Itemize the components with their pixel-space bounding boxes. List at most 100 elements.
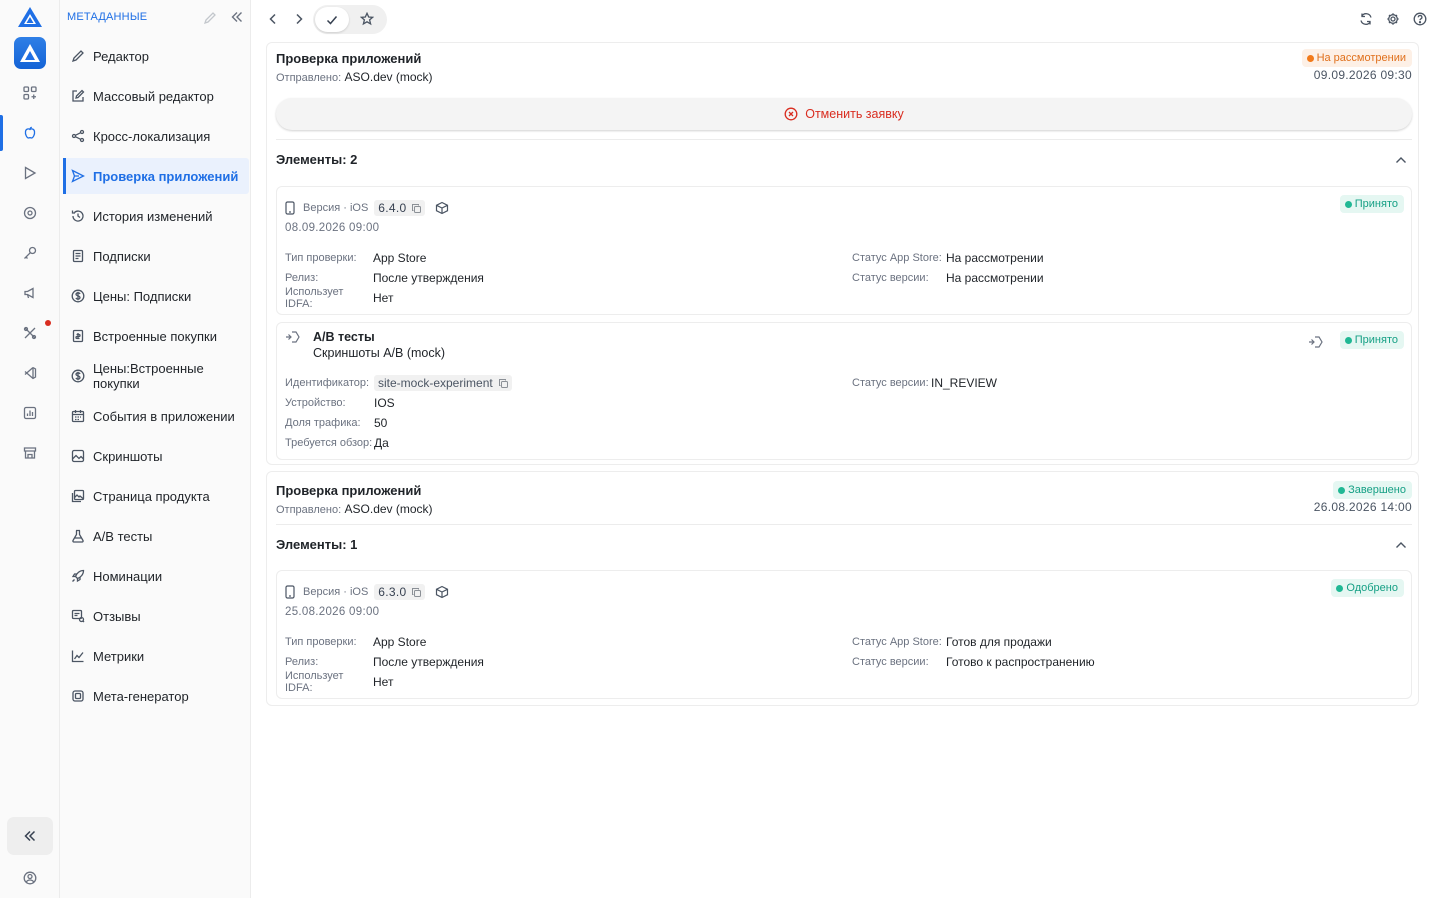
forward-button[interactable]: [288, 8, 310, 30]
status-dot: [1344, 336, 1352, 344]
sidebar-item-label: Страница продукта: [93, 488, 210, 504]
version-element: Версия · iOS 6.4.0 Принято 08.09.2026 09…: [276, 186, 1412, 315]
submission-card: Проверка приложений Отправлено: ASO.dev …: [266, 42, 1419, 465]
version-label: Версия · iOS: [303, 202, 369, 214]
top-toolbar: [251, 0, 1440, 40]
cancel-request-button[interactable]: Отменить заявку: [276, 98, 1412, 130]
pencil-icon[interactable]: [203, 11, 217, 28]
ab-test-subtitle: Скриншоты A/B (mock): [313, 346, 446, 360]
chip-icon: [71, 689, 85, 703]
chevron-right-icon: [296, 13, 303, 25]
favorite-button[interactable]: [355, 8, 379, 30]
analytics-icon[interactable]: [0, 393, 60, 433]
sidebar-item-cross-localization[interactable]: Кросс-локализация: [63, 118, 249, 154]
double-chevron-left-icon: [24, 830, 36, 842]
pencil-icon: [71, 49, 85, 63]
field-label: Релиз:: [285, 656, 319, 668]
identifier-field: Идентификатор: site-mock-experiment: [285, 375, 512, 391]
sidebar-item-iap-prices[interactable]: Цены:Встроенные покупки: [63, 358, 249, 394]
sidebar-item-label: События в приложении: [93, 408, 235, 424]
sidebar-item-screenshots[interactable]: Скриншоты: [63, 438, 249, 474]
copy-icon[interactable]: [498, 378, 508, 388]
version-status-field: Статус версии: IN_REVIEW: [852, 375, 997, 391]
store-icon[interactable]: [0, 433, 60, 473]
identifier-value: site-mock-experiment: [378, 376, 493, 390]
chevron-left-icon: [269, 13, 276, 25]
gear-icon: [1387, 13, 1399, 25]
sidebar-item-product-page[interactable]: Страница продукта: [63, 478, 249, 514]
collapse-elements-button[interactable]: [1394, 153, 1408, 167]
collapse-elements-button[interactable]: [1394, 538, 1408, 552]
double-chevron-left-icon: [231, 12, 242, 22]
current-app-icon[interactable]: [14, 37, 46, 69]
status-badge-label: Принято: [1354, 198, 1398, 210]
submission-date: 26.08.2026 14:00: [1313, 500, 1412, 514]
vscode-icon[interactable]: [0, 353, 60, 393]
field-label: Статус версии:: [852, 656, 929, 668]
tools-icon[interactable]: [0, 313, 60, 353]
version-header: Версия · iOS 6.3.0: [285, 583, 449, 601]
sidebar-item-label: Скриншоты: [93, 448, 163, 464]
sidebar-item-nominations[interactable]: Номинации: [63, 558, 249, 594]
send-icon: [71, 169, 85, 183]
sidebar-item-editor[interactable]: Редактор: [63, 38, 249, 74]
receipt-icon: [71, 329, 85, 343]
version-header: Версия · iOS 6.4.0: [285, 199, 449, 217]
key-icon[interactable]: [0, 233, 60, 273]
sidebar-item-change-history[interactable]: История изменений: [63, 198, 249, 234]
copy-icon[interactable]: [411, 203, 421, 213]
megaphone-icon[interactable]: [0, 273, 60, 313]
settings-button[interactable]: [1382, 8, 1404, 30]
status-badge-label: Одобрено: [1346, 582, 1398, 594]
status-badge: Завершено: [1333, 481, 1412, 499]
sidebar-item-in-app-events[interactable]: События в приложении: [63, 398, 249, 434]
sidebar-item-label: Номинации: [93, 568, 163, 584]
sidebar-item-label: История изменений: [93, 208, 213, 224]
status-dot: [1338, 486, 1346, 494]
sidebar-item-ab-tests[interactable]: A/B тесты: [63, 518, 249, 554]
field-label: Статус версии:: [852, 272, 929, 284]
copy-icon[interactable]: [411, 587, 421, 597]
help-button[interactable]: [1409, 8, 1431, 30]
submission-card: Проверка приложений Отправлено: ASO.dev …: [266, 471, 1419, 706]
sidebar-item-label: A/B тесты: [93, 528, 153, 544]
apple-store-icon[interactable]: [0, 113, 60, 153]
refresh-button[interactable]: [1355, 8, 1377, 30]
eye-target-icon[interactable]: [0, 193, 60, 233]
sidebar-item-reviews[interactable]: Отзывы: [63, 598, 249, 634]
sidebar-item-metrics[interactable]: Метрики: [63, 638, 249, 674]
back-button[interactable]: [262, 8, 284, 30]
sidebar-item-subscriptions[interactable]: Подписки: [63, 238, 249, 274]
sidebar-item-in-app-purchases[interactable]: Встроенные покупки: [63, 318, 249, 354]
receipt-icon: [71, 249, 85, 263]
version-label: Версия · iOS: [303, 586, 369, 598]
check-toggle-button[interactable]: [315, 7, 349, 32]
dollar-circle-icon: [71, 289, 85, 303]
field-value: App Store: [373, 635, 427, 649]
field-value: После утверждения: [373, 655, 484, 669]
field-label: Требуется обзор:: [285, 437, 373, 449]
app-rail: [0, 0, 60, 898]
idfa-field: Использует IDFA: Нет: [285, 286, 393, 310]
app-store-status-field: Статус App Store: Готов для продажи: [852, 634, 1052, 650]
chevron-up-icon: [1396, 157, 1406, 163]
sidebar-item-bulk-editor[interactable]: Массовый редактор: [63, 78, 249, 114]
version-number: 6.3.0: [378, 585, 407, 599]
version-number-tag: 6.3.0: [374, 584, 425, 600]
rail-collapse-button[interactable]: [7, 817, 53, 855]
field-label: Использует IDFA:: [285, 286, 344, 310]
sidebar-item-meta-generator[interactable]: Мета-генератор: [63, 678, 249, 714]
user-account-icon[interactable]: [0, 866, 60, 890]
device-field: Устройство: IOS: [285, 395, 395, 411]
apps-grid-icon[interactable]: [0, 73, 60, 113]
calendar-icon: [71, 409, 85, 423]
version-status-field: Статус версии: Готово к распространению: [852, 654, 1095, 670]
google-play-icon[interactable]: [0, 153, 60, 193]
sidebar-collapse-button[interactable]: [230, 10, 244, 27]
sidebar-item-label: Кросс-локализация: [93, 128, 211, 144]
sidebar-item-subscription-prices[interactable]: Цены: Подписки: [63, 278, 249, 314]
status-badge: Принято: [1339, 331, 1404, 349]
submission-date: 09.09.2026 09:30: [1313, 68, 1412, 82]
gallery-icon: [71, 489, 85, 503]
sidebar-item-app-review[interactable]: Проверка приложений: [63, 158, 249, 194]
